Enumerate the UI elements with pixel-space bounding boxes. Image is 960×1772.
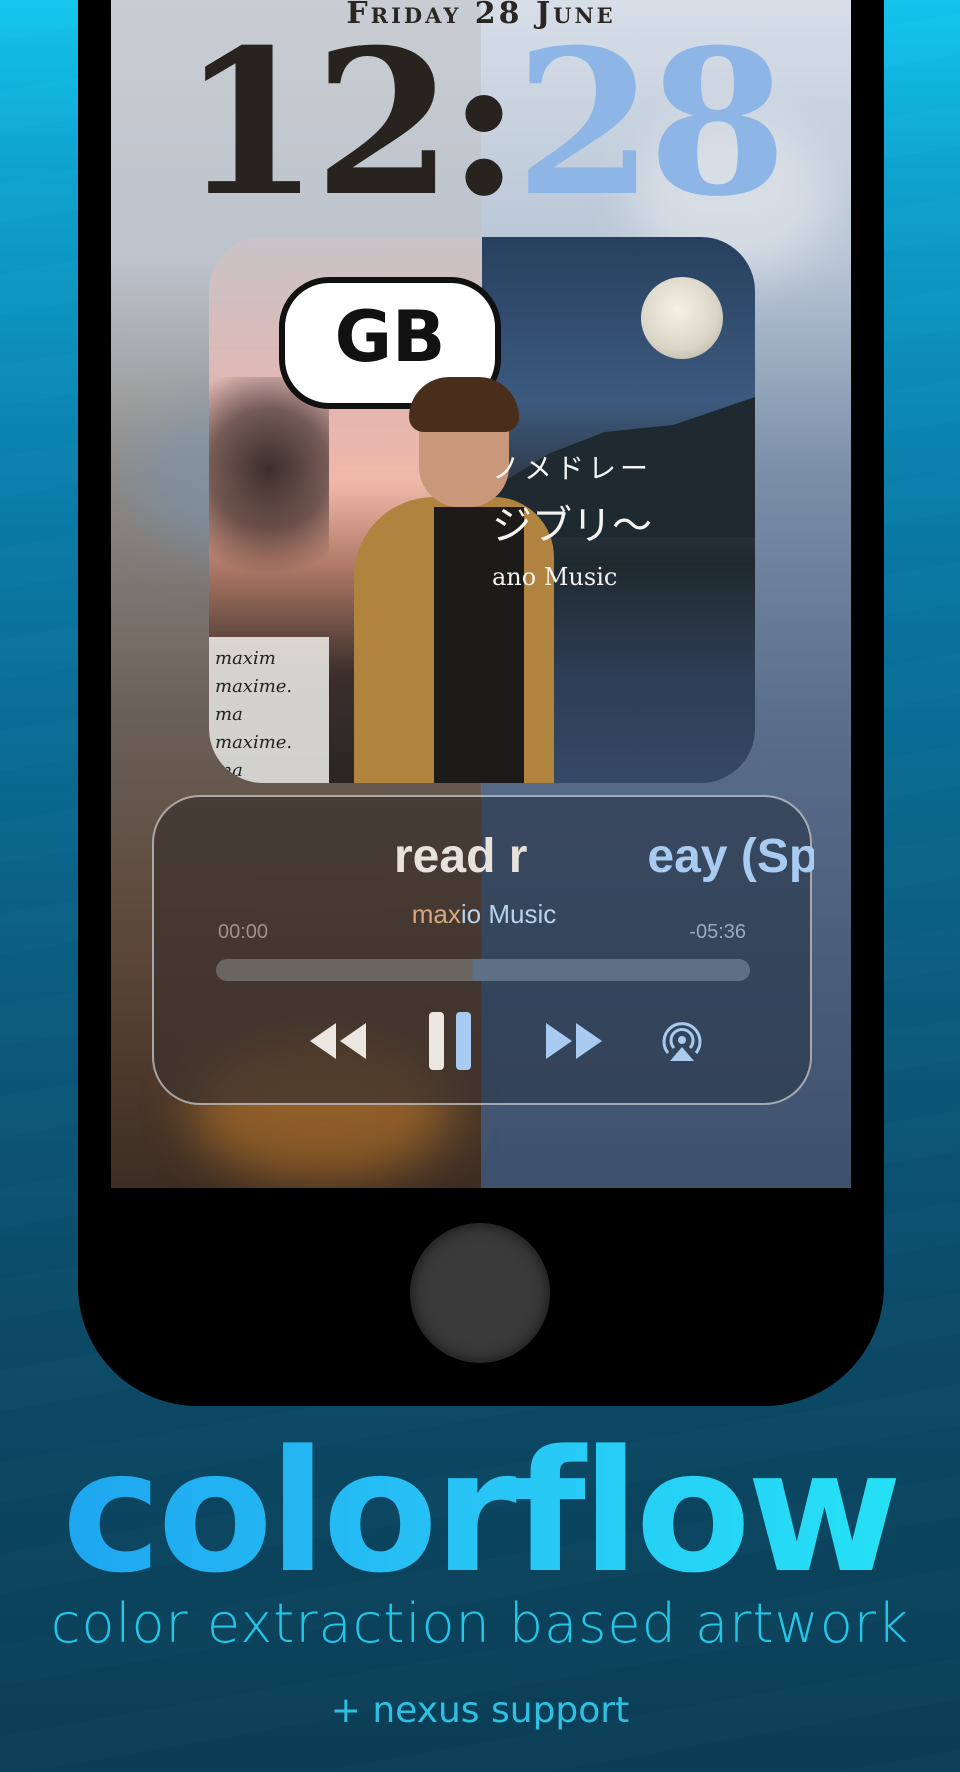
lock-screen: Friday 28 June 12:28 GB ノメドレー ジブリ〜 ano M… (111, 0, 851, 1188)
artwork-jp-line1: ノメドレー (492, 452, 653, 485)
app-title: colorflow (0, 1428, 960, 1596)
artwork-japanese-text: ノメドレー ジブリ〜 ano Music (492, 447, 652, 591)
tree-illustration (209, 377, 329, 607)
song-title-right: eay (Spirite (647, 830, 814, 883)
home-button[interactable] (410, 1223, 550, 1363)
airplay-button[interactable] (652, 1011, 712, 1071)
pause-icon (429, 1012, 471, 1070)
media-player-widget: read r eay (Spirite maxio Music 00:00 -05… (152, 795, 814, 1105)
lockscreen-clock: 12:28 (111, 24, 851, 224)
rewind-button[interactable] (302, 1011, 374, 1071)
song-title[interactable]: read r eay (Spirite (154, 829, 814, 884)
nexus-support-note: + nexus support (330, 1690, 630, 1731)
elapsed-time: 00:00 (218, 921, 269, 943)
progress-scrubber[interactable] (216, 959, 750, 981)
app-title-text: colorflow (61, 1414, 902, 1610)
fast-forward-button[interactable] (538, 1011, 610, 1071)
torn-text-line: maxime. ma (215, 676, 293, 725)
moon-illustration (641, 277, 723, 359)
pause-button[interactable] (420, 1011, 480, 1071)
rewind-icon (310, 1023, 366, 1059)
artwork-torn-paper: maxim maxime. ma maxime. ma maxi (209, 637, 329, 783)
album-artwork[interactable]: GB ノメドレー ジブリ〜 ano Music maxim maxime. ma… (209, 237, 755, 783)
torn-text-line: maxim (215, 648, 276, 669)
artist-right: io Music (460, 899, 557, 929)
song-title-left: read r (394, 830, 528, 883)
airplay-icon (662, 1022, 702, 1061)
person-hair (409, 377, 519, 432)
clock-hours: 12: (180, 6, 521, 241)
artist-left: max (411, 899, 461, 929)
torn-text-line: maxime. ma (215, 732, 293, 781)
app-tagline: color extraction based artwork (50, 1592, 910, 1655)
artwork-jp-line3: ano Music (492, 563, 618, 591)
clock-minutes: 28 (514, 6, 787, 241)
remaining-time: -05:36 (689, 921, 746, 943)
fast-forward-icon (546, 1023, 602, 1059)
artwork-jp-line2: ジブリ〜 (492, 503, 652, 549)
